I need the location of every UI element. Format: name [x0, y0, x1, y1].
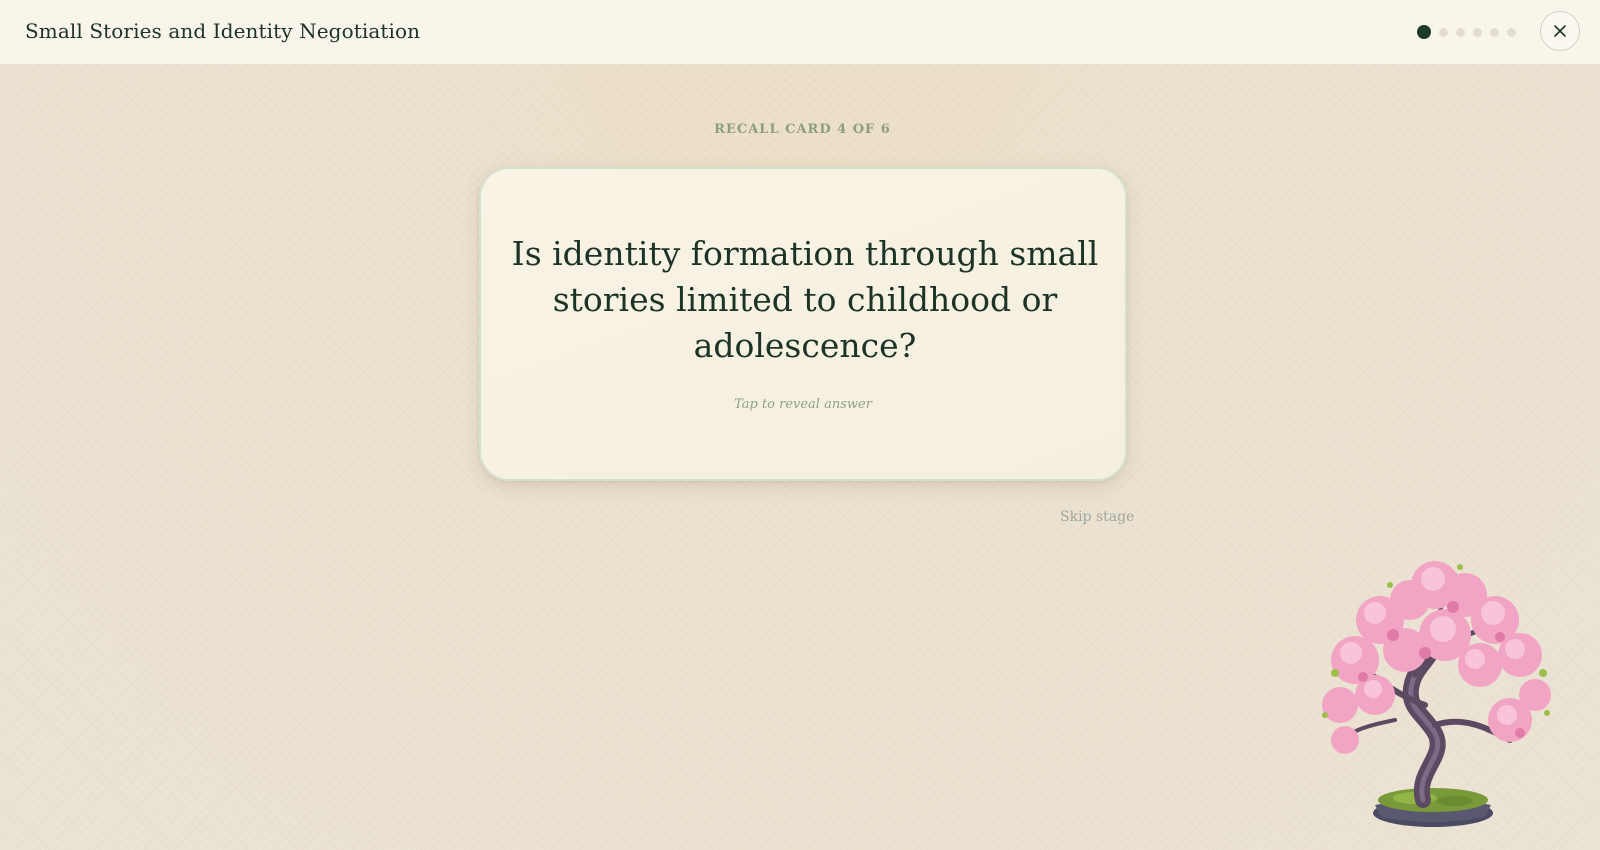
progress-dot-1	[1417, 25, 1431, 39]
progress-dot-2	[1439, 27, 1448, 37]
top-bar: Small Stories and Identity Negotiation	[0, 0, 1600, 65]
cherry-blossom-bonsai-icon	[1322, 561, 1551, 827]
progress-dot-3	[1456, 27, 1465, 37]
page-title: Small Stories and Identity Negotiation	[25, 19, 421, 43]
card-counter: RECALL CARD 4 OF 6	[714, 122, 891, 137]
progress-dot-6	[1507, 27, 1516, 37]
progress-dot-5	[1490, 27, 1499, 37]
reveal-hint: Tap to reveal answer	[734, 397, 872, 412]
skip-stage-link[interactable]: Skip stage	[1060, 509, 1134, 525]
close-icon	[1554, 25, 1566, 37]
progress-dots	[1417, 25, 1516, 39]
close-button[interactable]	[1540, 11, 1580, 51]
progress-dot-4	[1473, 27, 1482, 37]
recall-card[interactable]: Is identity formation through small stor…	[479, 167, 1127, 481]
card-question: Is identity formation through small stor…	[511, 234, 1099, 365]
